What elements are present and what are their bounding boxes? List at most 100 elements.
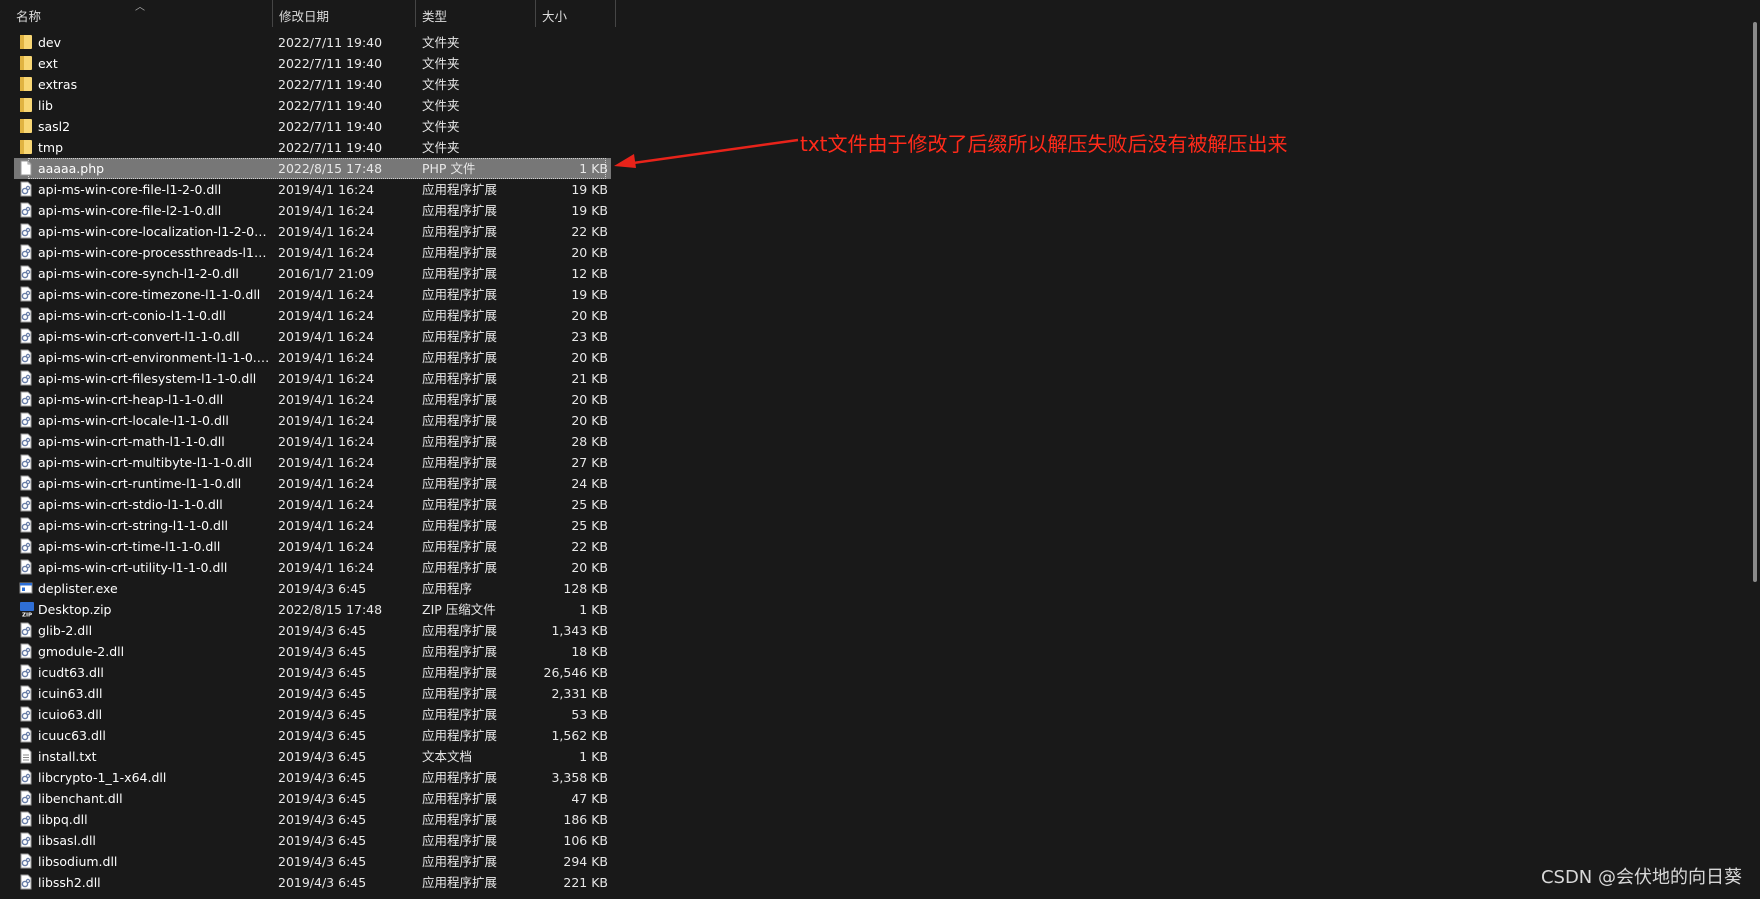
- dll-file-icon: [19, 244, 35, 261]
- file-row[interactable]: ZIP Desktop.zip 2022/8/15 17:48 ZIP 压缩文件 1 K…: [0, 599, 616, 620]
- file-date: 2019/4/3 6:45: [278, 623, 367, 638]
- file-row[interactable]: libsasl.dll 2019/4/3 6:45 应用程序扩展 106 KB: [0, 830, 616, 851]
- dll-file-icon: [19, 790, 35, 807]
- file-row[interactable]: dev 2022/7/11 19:40 文件夹: [0, 32, 616, 53]
- file-row[interactable]: api-ms-win-core-processthreads-l1-1... 20…: [0, 242, 616, 263]
- dll-file-icon: [19, 475, 35, 492]
- file-row[interactable]: api-ms-win-crt-math-l1-1-0.dll 2019/4/1 1…: [0, 431, 616, 452]
- file-row[interactable]: sasl2 2022/7/11 19:40 文件夹: [0, 116, 616, 137]
- file-row[interactable]: api-ms-win-core-timezone-l1-1-0.dll 2019/…: [0, 284, 616, 305]
- file-row[interactable]: icuin63.dll 2019/4/3 6:45 应用程序扩展 2,331 KB: [0, 683, 616, 704]
- file-row[interactable]: api-ms-win-crt-time-l1-1-0.dll 2019/4/1 1…: [0, 536, 616, 557]
- file-name: api-ms-win-crt-stdio-l1-1-0.dll: [38, 497, 223, 512]
- file-name: api-ms-win-crt-time-l1-1-0.dll: [38, 539, 221, 554]
- column-header-type[interactable]: 类型: [416, 0, 536, 27]
- file-type: 文件夹: [422, 98, 460, 113]
- file-name: api-ms-win-core-localization-l1-2-0.dll: [38, 224, 270, 239]
- file-row[interactable]: api-ms-win-crt-multibyte-l1-1-0.dll 2019/…: [0, 452, 616, 473]
- file-type: 应用程序扩展: [422, 833, 498, 848]
- file-date: 2019/4/1 16:24: [278, 350, 375, 365]
- file-row[interactable]: glib-2.dll 2019/4/3 6:45 应用程序扩展 1,343 KB: [0, 620, 616, 641]
- vertical-scrollbar[interactable]: [1750, 22, 1760, 582]
- file-type: 应用程序扩展: [422, 812, 498, 827]
- file-name: api-ms-win-core-synch-l1-2-0.dll: [38, 266, 239, 281]
- file-name: icudt63.dll: [38, 665, 104, 680]
- file-row[interactable]: api-ms-win-crt-environment-l1-1-0.dll 201…: [0, 347, 616, 368]
- folder-icon: [19, 118, 35, 135]
- column-header-size[interactable]: 大小: [536, 0, 616, 27]
- file-date: 2019/4/1 16:24: [278, 371, 375, 386]
- file-type: 应用程序扩展: [422, 560, 498, 575]
- dll-file-icon: [19, 832, 35, 849]
- file-row[interactable]: deplister.exe 2019/4/3 6:45 应用程序 128 KB: [0, 578, 616, 599]
- file-date: 2022/7/11 19:40: [278, 77, 383, 92]
- file-row[interactable]: api-ms-win-core-file-l1-2-0.dll 2019/4/1 …: [0, 179, 616, 200]
- file-row[interactable]: api-ms-win-core-file-l2-1-0.dll 2019/4/1 …: [0, 200, 616, 221]
- file-row[interactable]: api-ms-win-crt-string-l1-1-0.dll 2019/4/1…: [0, 515, 616, 536]
- folder-icon: [19, 97, 35, 114]
- file-row[interactable]: install.txt 2019/4/3 6:45 文本文档 1 KB: [0, 746, 616, 767]
- file-list: dev 2022/7/11 19:40 文件夹 ext 2022/7/11 19:40 文…: [0, 32, 616, 893]
- file-type: 应用程序扩展: [422, 392, 498, 407]
- file-row[interactable]: tmp 2022/7/11 19:40 文件夹: [0, 137, 616, 158]
- file-type: PHP 文件: [422, 161, 476, 176]
- file-row[interactable]: api-ms-win-crt-filesystem-l1-1-0.dll 2019…: [0, 368, 616, 389]
- file-row[interactable]: api-ms-win-crt-conio-l1-1-0.dll 2019/4/1 …: [0, 305, 616, 326]
- file-type: 应用程序扩展: [422, 476, 498, 491]
- file-row[interactable]: api-ms-win-core-localization-l1-2-0.dll 2…: [0, 221, 616, 242]
- file-name: icuin63.dll: [38, 686, 103, 701]
- file-row[interactable]: gmodule-2.dll 2019/4/3 6:45 应用程序扩展 18 KB: [0, 641, 616, 662]
- file-size: 20 KB: [571, 350, 608, 365]
- file-name: api-ms-win-crt-filesystem-l1-1-0.dll: [38, 371, 257, 386]
- file-date: 2019/4/1 16:24: [278, 224, 375, 239]
- file-row[interactable]: api-ms-win-crt-utility-l1-1-0.dll 2019/4/…: [0, 557, 616, 578]
- file-type: 应用程序扩展: [422, 245, 498, 260]
- file-row[interactable]: lib 2022/7/11 19:40 文件夹: [0, 95, 616, 116]
- file-row[interactable]: icudt63.dll 2019/4/3 6:45 应用程序扩展 26,546 KB: [0, 662, 616, 683]
- file-row[interactable]: api-ms-win-core-synch-l1-2-0.dll 2016/1/7…: [0, 263, 616, 284]
- file-row[interactable]: api-ms-win-crt-runtime-l1-1-0.dll 2019/4/…: [0, 473, 616, 494]
- file-row[interactable]: ext 2022/7/11 19:40 文件夹: [0, 53, 616, 74]
- file-row[interactable]: api-ms-win-crt-stdio-l1-1-0.dll 2019/4/1 …: [0, 494, 616, 515]
- file-row[interactable]: api-ms-win-crt-convert-l1-1-0.dll 2019/4/…: [0, 326, 616, 347]
- file-type: 应用程序扩展: [422, 686, 498, 701]
- file-row[interactable]: api-ms-win-crt-locale-l1-1-0.dll 2019/4/1…: [0, 410, 616, 431]
- file-row[interactable]: libsodium.dll 2019/4/3 6:45 应用程序扩展 294 KB: [0, 851, 616, 872]
- file-type: 应用程序扩展: [422, 728, 498, 743]
- file-row[interactable]: libenchant.dll 2019/4/3 6:45 应用程序扩展 47 KB: [0, 788, 616, 809]
- file-name: api-ms-win-crt-heap-l1-1-0.dll: [38, 392, 224, 407]
- file-name: lib: [38, 98, 53, 113]
- column-header-type-label: 类型: [422, 9, 448, 24]
- dll-file-icon: [19, 622, 35, 639]
- dll-file-icon: [19, 286, 35, 303]
- file-size: 27 KB: [571, 455, 608, 470]
- file-size: 12 KB: [571, 266, 608, 281]
- file-date: 2022/7/11 19:40: [278, 119, 383, 134]
- file-row[interactable]: libpq.dll 2019/4/3 6:45 应用程序扩展 186 KB: [0, 809, 616, 830]
- file-type: 应用程序扩展: [422, 287, 498, 302]
- file-size: 47 KB: [571, 791, 608, 806]
- file-row[interactable]: libssh2.dll 2019/4/3 6:45 应用程序扩展 221 KB: [0, 872, 616, 893]
- file-date: 2022/7/11 19:40: [278, 140, 383, 155]
- scrollbar-thumb[interactable]: [1753, 22, 1757, 582]
- file-name: libcrypto-1_1-x64.dll: [38, 770, 167, 785]
- dll-file-icon: [19, 223, 35, 240]
- file-row[interactable]: aaaaa.php 2022/8/15 17:48 PHP 文件 1 KB: [14, 158, 611, 179]
- file-row[interactable]: icuuc63.dll 2019/4/3 6:45 应用程序扩展 1,562 KB: [0, 725, 616, 746]
- file-row[interactable]: icuio63.dll 2019/4/3 6:45 应用程序扩展 53 KB: [0, 704, 616, 725]
- column-header-name[interactable]: 名称 ︿: [0, 0, 273, 27]
- file-row[interactable]: api-ms-win-crt-heap-l1-1-0.dll 2019/4/1 1…: [0, 389, 616, 410]
- file-size: 21 KB: [571, 371, 608, 386]
- file-icon: [19, 160, 35, 177]
- file-size: 106 KB: [563, 833, 608, 848]
- file-type: 应用程序扩展: [422, 266, 498, 281]
- file-name: libpq.dll: [38, 812, 88, 827]
- file-date: 2019/4/1 16:24: [278, 203, 375, 218]
- column-header-date[interactable]: 修改日期: [273, 0, 416, 27]
- file-name: dev: [38, 35, 62, 50]
- dll-file-icon: [19, 496, 35, 513]
- file-row[interactable]: extras 2022/7/11 19:40 文件夹: [0, 74, 616, 95]
- folder-icon: [19, 76, 35, 93]
- file-row[interactable]: libcrypto-1_1-x64.dll 2019/4/3 6:45 应用程序扩展…: [0, 767, 616, 788]
- file-name: extras: [38, 77, 78, 92]
